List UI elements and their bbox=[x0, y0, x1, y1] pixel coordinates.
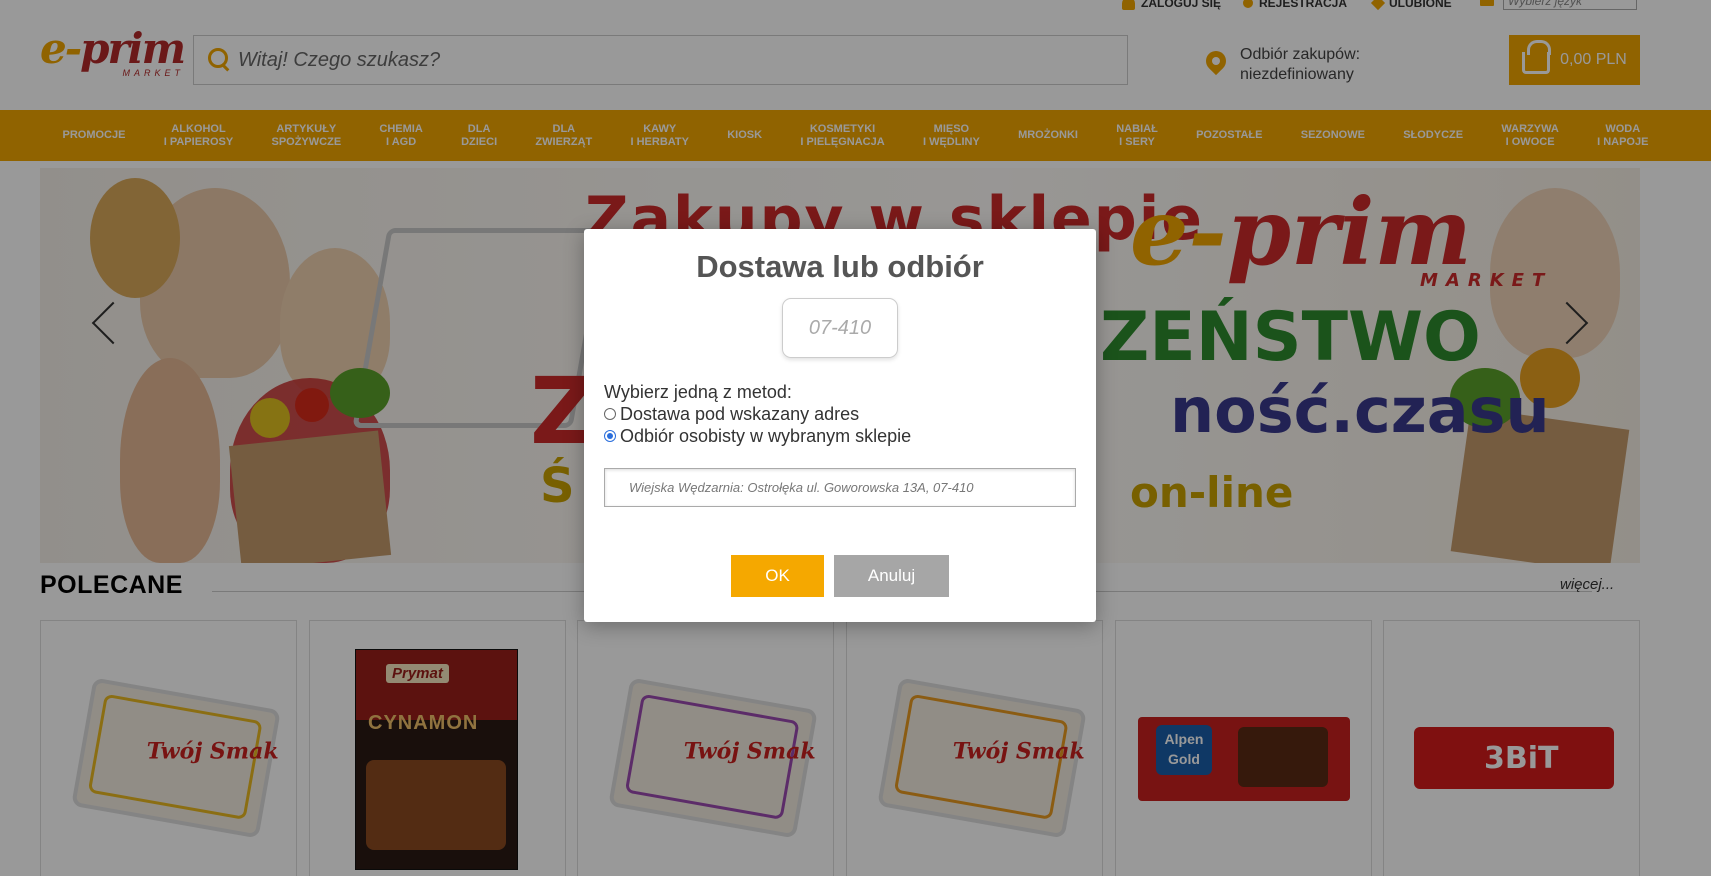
ok-button[interactable]: OK bbox=[731, 555, 824, 597]
method-group: Wybierz jedną z metod: Dostawa pod wskaz… bbox=[604, 381, 911, 447]
delivery-label: Dostawa pod wskazany adres bbox=[620, 404, 860, 424]
delivery-modal: Dostawa lub odbiór 07-410 Wybierz jedną … bbox=[584, 229, 1096, 622]
zip-code-field[interactable]: 07-410 bbox=[782, 298, 898, 358]
method-option-pickup[interactable]: Odbiór osobisty w wybranym sklepie bbox=[604, 425, 911, 447]
modal-title: Dostawa lub odbiór bbox=[696, 249, 984, 284]
pickup-label: Odbiór osobisty w wybranym sklepie bbox=[620, 426, 912, 446]
pickup-radio[interactable] bbox=[604, 430, 616, 442]
method-option-delivery[interactable]: Dostawa pod wskazany adres bbox=[604, 403, 911, 425]
method-label: Wybierz jedną z metod: bbox=[604, 382, 792, 402]
store-select[interactable]: Wiejska Wędzarnia: Ostrołęka ul. Goworow… bbox=[604, 468, 1076, 507]
delivery-radio[interactable] bbox=[604, 408, 616, 420]
cancel-button[interactable]: Anuluj bbox=[834, 555, 949, 597]
